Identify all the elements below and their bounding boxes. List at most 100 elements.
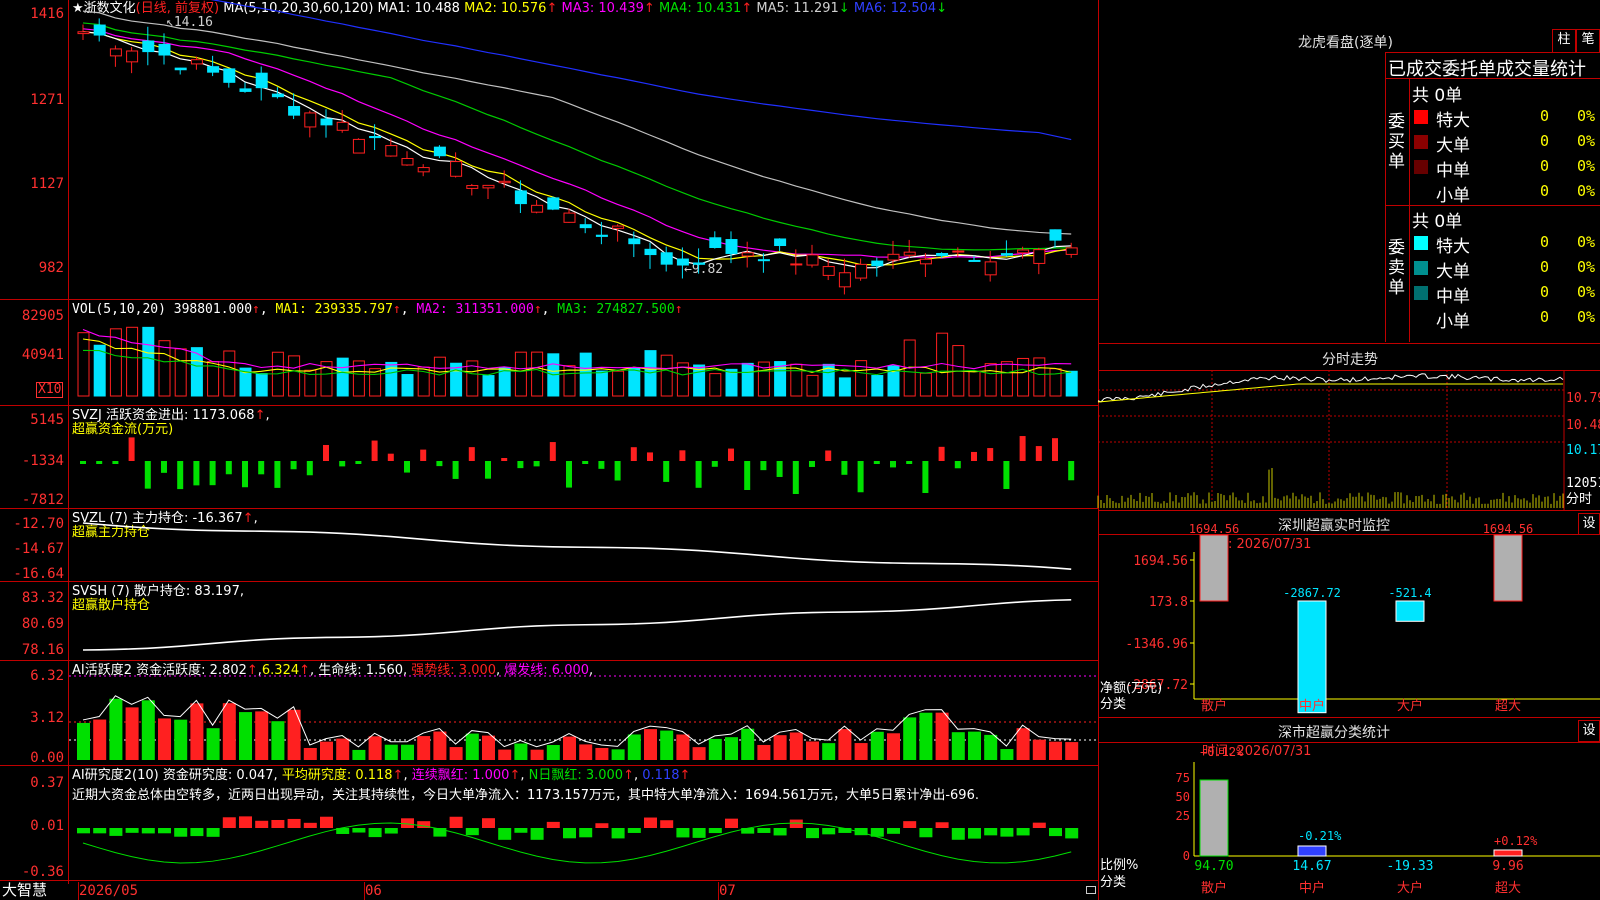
sell-color-swatch xyxy=(1414,261,1428,275)
main-holding-line xyxy=(82,522,1072,570)
sell-color-swatch xyxy=(1414,236,1428,250)
retail-holding-line xyxy=(82,599,1072,651)
fund-flow-bar xyxy=(96,461,103,464)
research-bar xyxy=(563,828,576,839)
fund-flow-bar xyxy=(128,437,135,461)
volume-bar xyxy=(919,372,932,397)
svzl-y-label: -12.70 xyxy=(13,516,64,532)
activity-bar xyxy=(77,722,90,760)
activity-bar xyxy=(611,749,625,760)
volume-bar xyxy=(401,374,414,397)
fund-flow-bar xyxy=(306,461,313,476)
research-bar xyxy=(514,828,528,833)
activity-bar xyxy=(482,735,495,760)
volume-bar xyxy=(725,368,738,397)
intraday-price-line xyxy=(1097,373,1564,403)
research-bar xyxy=(1049,828,1062,837)
monitor-bar-chart[interactable]: 1694.56173.8-1346.96-2867.721694.56散户-28… xyxy=(1098,522,1600,714)
right-divider xyxy=(1098,717,1600,718)
sell-row-name: 小单 xyxy=(1436,312,1470,332)
candle-body xyxy=(174,67,187,71)
research-bar xyxy=(352,828,366,833)
brand-label[interactable]: 大智慧 xyxy=(2,882,47,898)
fund-flow-bar xyxy=(225,461,232,475)
svzj-y-label: -1334 xyxy=(21,453,64,469)
candle-body xyxy=(693,262,706,265)
candle-body xyxy=(1017,249,1030,254)
kline-y-label: 1271 xyxy=(30,92,64,108)
intraday-chart[interactable] xyxy=(1097,370,1600,510)
monitor-bar xyxy=(1199,534,1229,602)
right-divider xyxy=(1385,205,1600,206)
research-bar xyxy=(109,828,123,836)
ai2-y-label: 0.01 xyxy=(30,818,64,834)
fund-flow-bar xyxy=(728,448,734,461)
fund-flow-bar xyxy=(906,461,913,464)
candle-body xyxy=(336,121,349,131)
fund-flow-bar xyxy=(112,461,119,464)
fund-flow-bar xyxy=(987,448,994,461)
research-bar xyxy=(1016,828,1030,836)
research-bar xyxy=(368,828,382,838)
buy-row-name: 小单 xyxy=(1436,186,1470,206)
candle-body xyxy=(142,40,155,53)
activity-bar xyxy=(303,747,317,760)
candle-body xyxy=(352,138,365,154)
date-label-jul: 07 xyxy=(719,883,736,899)
class-settings-button[interactable]: 设 xyxy=(1578,720,1600,742)
research-bar xyxy=(595,823,609,828)
sell-color-swatch xyxy=(1414,286,1428,300)
monitor-category-label: 中户 xyxy=(1299,698,1325,714)
volume-bar xyxy=(660,354,673,397)
class-title: 深市超赢分类统计 xyxy=(1278,725,1390,741)
ai1-y-label: 6.32 xyxy=(30,668,64,684)
volume-bar xyxy=(984,363,997,397)
buy-row-name: 中单 xyxy=(1436,161,1470,181)
lock-icon[interactable] xyxy=(1086,886,1096,894)
volume-bar xyxy=(709,373,722,397)
candle-body xyxy=(741,252,754,257)
fund-flow-bar xyxy=(760,461,767,471)
candle-body xyxy=(385,145,398,157)
candle-body xyxy=(806,254,819,266)
research-bar xyxy=(984,828,998,836)
candle-body xyxy=(126,50,139,63)
fund-flow-bar xyxy=(744,461,751,490)
research-bar xyxy=(384,828,398,834)
candle-body xyxy=(304,112,317,128)
research-bar xyxy=(287,818,301,828)
buy-total: 共 0单 xyxy=(1412,86,1463,106)
class-bar xyxy=(1493,849,1523,857)
fund-flow-bar xyxy=(258,461,265,475)
candle-body xyxy=(595,234,608,237)
activity-bar xyxy=(692,747,706,760)
research-bar xyxy=(822,828,836,835)
fund-flow-bar xyxy=(776,461,783,477)
activity-bar xyxy=(838,729,852,760)
activity-bar xyxy=(1049,741,1062,760)
activity-bar xyxy=(822,743,836,760)
main-chart[interactable] xyxy=(69,0,1099,880)
activity-bar xyxy=(806,741,819,760)
class-bar-chart[interactable]: 75 50 25 0 +0.12% -0.21% +0.12% 94.70 散户 14.67 中户 -… xyxy=(1098,742,1600,900)
fund-flow-bar xyxy=(355,461,362,464)
volume-bar xyxy=(514,351,527,397)
column-view-button[interactable]: 柱 xyxy=(1552,29,1576,53)
activity-bar xyxy=(401,744,414,760)
activity-bar xyxy=(514,743,528,760)
fund-flow-bar xyxy=(582,461,589,464)
fund-flow-bar xyxy=(679,450,686,461)
monitor-settings-button[interactable]: 设 xyxy=(1578,513,1600,535)
buy-row-pct: 0% xyxy=(1577,182,1596,200)
research-bar xyxy=(546,821,560,828)
volume-bar xyxy=(871,375,884,397)
class-axis-label: 比例% xyxy=(1100,858,1138,873)
fund-flow-bar xyxy=(161,461,167,473)
fund-flow-bar xyxy=(841,461,848,475)
candle-body xyxy=(450,161,463,177)
vol-ma2-line xyxy=(82,328,1072,370)
count-view-button[interactable]: 笔 xyxy=(1576,29,1600,53)
fund-flow-bar xyxy=(890,461,896,468)
activity-bar xyxy=(93,719,107,760)
volume-bar xyxy=(595,370,608,397)
